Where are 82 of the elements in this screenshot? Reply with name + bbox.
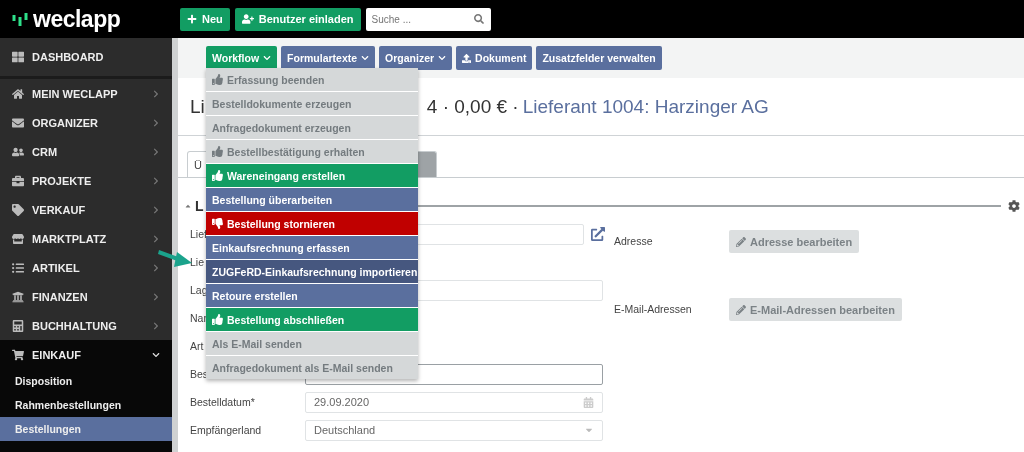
sidebar-item[interactable]: EINKAUF bbox=[0, 340, 172, 369]
search-field[interactable]: Suche ... bbox=[365, 7, 491, 31]
menu-item[interactable]: Retoure erstellen bbox=[206, 284, 418, 307]
field-label: Adresse bbox=[614, 234, 654, 247]
calculator-icon bbox=[12, 319, 24, 332]
chevron-down-icon bbox=[152, 350, 160, 359]
chevron-right-icon bbox=[152, 263, 160, 272]
field-label: Nar bbox=[190, 312, 207, 324]
briefcase-icon bbox=[12, 174, 24, 187]
envelope-icon bbox=[12, 116, 24, 129]
logo-icon bbox=[12, 12, 28, 26]
chevron-down-icon bbox=[361, 54, 370, 62]
new-button[interactable]: Neu bbox=[180, 7, 230, 31]
toolbar-button[interactable]: Workflow bbox=[206, 46, 278, 70]
field-label: Empfängerland bbox=[190, 424, 262, 436]
menu-item[interactable]: Anfragedokument erzeugen bbox=[206, 116, 418, 139]
section-title: L bbox=[195, 198, 204, 214]
calendar-icon bbox=[583, 396, 594, 408]
chevron-right-icon bbox=[152, 147, 160, 156]
chevron-right-icon bbox=[152, 176, 160, 185]
menu-item[interactable]: Als E-Mail senden bbox=[206, 332, 418, 355]
edit-button[interactable]: E-Mail-Adressen bearbeiten bbox=[729, 298, 902, 321]
toolbar-button[interactable]: Dokument bbox=[456, 46, 533, 70]
chevron-right-icon bbox=[152, 205, 160, 214]
sidebar-subitem[interactable]: Rahmenbestellungen bbox=[0, 393, 172, 417]
logo-text: weclapp bbox=[33, 5, 121, 33]
page-title: Li bbox=[190, 95, 205, 118]
sidebar-subitem[interactable]: Bestellungen bbox=[0, 417, 172, 441]
edit-button[interactable]: Adresse bearbeiten bbox=[729, 230, 860, 253]
date-field[interactable]: 29.09.2020 bbox=[305, 391, 603, 413]
chevron-right-icon bbox=[152, 89, 160, 98]
users-icon bbox=[12, 145, 24, 158]
store-icon bbox=[12, 232, 24, 245]
order-amount: 4 · 0,00 € · bbox=[426, 95, 519, 118]
settings-icon[interactable] bbox=[1008, 200, 1020, 212]
field-label: Lief bbox=[190, 228, 207, 240]
toolbar-button[interactable]: Formulartexte bbox=[281, 46, 376, 70]
upload-icon bbox=[462, 53, 472, 63]
dashboard-icon bbox=[12, 51, 24, 63]
pencil-icon bbox=[736, 304, 746, 315]
invite-user-button[interactable]: Benutzer einladen bbox=[234, 7, 361, 31]
toolbar-button[interactable]: Zusatzfelder verwalten bbox=[536, 46, 662, 70]
chevron-right-icon bbox=[152, 321, 160, 330]
select-field[interactable]: Deutschland bbox=[305, 419, 603, 441]
menu-item[interactable]: Anfragedokument als E-Mail senden bbox=[206, 356, 418, 379]
menu-item[interactable]: ZUGFeRD-Einkaufsrechnung importieren bbox=[206, 260, 418, 283]
field-label: Lie bbox=[190, 256, 204, 268]
pencil-icon bbox=[736, 236, 746, 247]
collapse-icon[interactable] bbox=[184, 202, 192, 210]
chevron-right-icon bbox=[152, 118, 160, 127]
supplier-link[interactable]: Lieferant 1004: Harzinger AG bbox=[522, 95, 769, 118]
cart-icon bbox=[12, 348, 24, 361]
toolbar-button[interactable]: Organizer bbox=[379, 46, 453, 70]
chevron-down-icon bbox=[263, 54, 272, 62]
chevron-right-icon bbox=[152, 292, 160, 301]
menu-item[interactable]: Erfassung beenden bbox=[206, 68, 418, 91]
menu-item[interactable]: Bestellung abschließen bbox=[206, 308, 418, 331]
plus-icon bbox=[187, 14, 197, 24]
chevron-right-icon bbox=[152, 234, 160, 243]
field-label: Art bbox=[190, 340, 204, 352]
menu-item[interactable]: Wareneingang erstellen bbox=[206, 164, 418, 187]
search-icon bbox=[473, 13, 484, 24]
field-label: Bestelldatum* bbox=[190, 396, 255, 408]
list-icon bbox=[12, 261, 24, 274]
bank-icon bbox=[12, 290, 24, 303]
field-label: E-Mail-Adressen bbox=[614, 302, 693, 315]
menu-item[interactable]: Bestellung stornieren bbox=[206, 212, 418, 235]
user-plus-icon bbox=[241, 13, 254, 25]
menu-item[interactable]: Bestelldokumente erzeugen bbox=[206, 92, 418, 115]
menu-item[interactable]: Einkaufsrechnung erfassen bbox=[206, 236, 418, 259]
thumbs-up-icon bbox=[212, 146, 223, 157]
thumbs-up-icon bbox=[212, 314, 223, 325]
thumbs-up-icon bbox=[212, 74, 223, 85]
menu-item[interactable]: Bestellung überarbeiten bbox=[206, 188, 418, 211]
tag-icon bbox=[12, 203, 24, 216]
external-link-icon[interactable] bbox=[591, 227, 605, 241]
home-icon bbox=[12, 87, 24, 100]
sidebar-subitem[interactable]: Disposition bbox=[0, 369, 172, 393]
menu-item[interactable]: Bestellbestätigung erhalten bbox=[206, 140, 418, 163]
thumbs-down-icon bbox=[212, 218, 223, 229]
thumbs-up-icon bbox=[212, 170, 223, 181]
chevron-down-icon bbox=[438, 54, 447, 62]
